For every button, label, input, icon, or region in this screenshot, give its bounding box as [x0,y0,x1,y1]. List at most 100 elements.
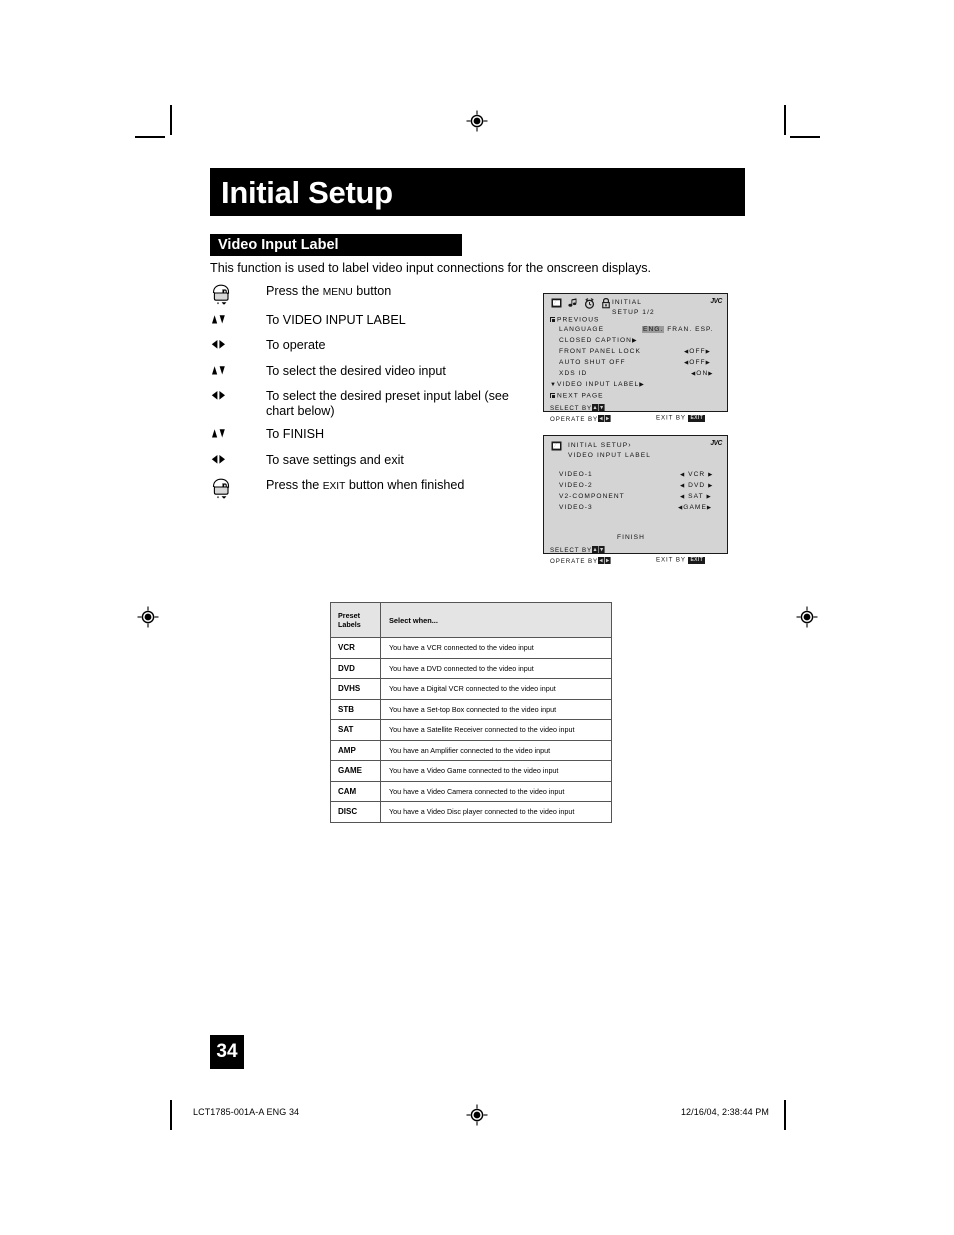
left-right-key-icon [598,415,611,422]
osd1-exit-by: EXIT BY EXIT [656,414,706,422]
up-down-arrows-icon [210,312,266,325]
osd2-select-by: SELECT BY [550,546,605,554]
osd1-row-front-panel-lock-label[interactable]: FRONT PANEL LOCK [559,348,641,356]
step-label: To FINISH [266,427,325,442]
page-title: Initial Setup [221,174,393,210]
table-row: VCR You have a VCR connected to the vide… [330,637,612,659]
left-right-key-icon [598,557,611,564]
step-row: To save settings and exit [210,452,530,471]
step-label: Press the Menu button [266,284,392,298]
osd2-finish-item[interactable]: FINISH [617,534,645,542]
osd-video-input-label-screen: INITIAL SETUP› VIDEO INPUT LABEL JVC VID… [543,435,728,565]
jvc-logo: JVC [710,439,722,448]
language-selected-value[interactable]: ENG. [642,326,665,333]
registration-mark-right [796,606,818,628]
table-row: DVD You have a DVD connected to the vide… [330,657,612,679]
crop-mark-bottom-left-vertical [170,1100,172,1130]
cell-description: You have a Video Game connected to the v… [380,760,612,782]
cell-preset-label: DVD [330,657,381,679]
osd2-input-row-value[interactable]: ◀GAME▶ [678,504,712,512]
step-label: Press the Exit button when finished [266,478,465,493]
picture-icon[interactable] [551,441,562,451]
osd1-next-page-item[interactable]: NEXT PAGE [550,393,604,400]
osd1-video-input-label-item[interactable]: ▼VIDEO INPUT LABEL▶ [550,381,645,389]
cell-preset-label: STB [330,698,381,720]
osd2-input-row-label[interactable]: VIDEO-1 [559,471,593,479]
osd2-input-row-label[interactable]: VIDEO-2 [559,482,593,490]
header-select-when: Select when... [380,602,612,638]
step-row: Press the Menu button [210,283,530,305]
osd1-row-auto-shut-off-label[interactable]: AUTO SHUT OFF [559,359,626,367]
step-label: To operate [266,338,326,352]
cell-preset-label: SAT [330,719,381,741]
step-row: To FINISH [210,426,530,445]
step-label: To select the desired preset input label… [266,389,509,419]
crop-mark-top-left-vertical [170,105,172,135]
left-right-arrows-icon [210,388,266,401]
page-title-banner: Initial Setup [210,168,745,216]
table-row: GAME You have a Video Game connected to … [330,760,612,782]
cell-description: You have a Satellite Receiver connected … [380,719,612,741]
cell-description: You have a Video Disc player connected t… [380,801,612,823]
jvc-logo: JVC [710,297,722,306]
osd2-operate-by: OPERATE BY [550,557,611,565]
osd1-row-closed-caption[interactable]: CLOSED CAPTION▶ [559,337,638,345]
table-row: DISC You have a Video Disc player connec… [330,801,612,823]
cell-preset-label: GAME [330,760,381,782]
crop-mark-top-right-horizontal [790,136,820,138]
down-cursor-icon: ▼ [550,382,557,388]
osd1-row-xds-id-label[interactable]: XDS ID [559,370,587,378]
osd1-row-language-value[interactable]: ENG. FRAN. ESP. [642,326,714,334]
timer-clock-icon[interactable] [584,298,595,309]
osd2-input-row-label[interactable]: V2-COMPONENT [559,493,625,501]
step-row: To VIDEO INPUT LABEL [210,312,530,331]
cell-preset-label: CAM [330,780,381,802]
osd1-operate-by: OPERATE BY [550,415,611,423]
exit-key-badge: EXIT [688,557,706,564]
registration-mark-bottom [466,1104,488,1126]
osd2-input-row-value[interactable]: ◀ SAT ▶ [680,493,712,501]
table-row: AMP You have an Amplifier connected to t… [330,739,612,761]
section-heading: Video Input Label [218,236,339,253]
table-row: DVHS You have a Digital VCR connected to… [330,678,612,700]
cell-preset-label: VCR [330,637,381,659]
language-other-values[interactable]: FRAN. ESP. [667,326,713,333]
osd2-input-row-label[interactable]: VIDEO-3 [559,504,593,512]
step-row: To select the desired video input [210,363,530,382]
left-right-arrows-icon [210,337,266,350]
osd2-input-row-value[interactable]: ◀ VCR ▶ [680,471,713,479]
cell-preset-label: AMP [330,739,381,761]
osd1-row-xds-id-value[interactable]: ◀ON▶ [691,370,714,378]
next-page-marker-icon [550,393,555,398]
table-row: SAT You have a Satellite Receiver connec… [330,719,612,741]
hand-press-icon [210,477,266,499]
osd2-category-icons [551,441,562,451]
osd1-select-by: SELECT BY [550,404,605,412]
cell-preset-label: DISC [330,801,381,823]
lock-setup-icon[interactable] [601,298,611,309]
audio-icon[interactable] [568,298,578,308]
osd2-exit-by: EXIT BY EXIT [656,556,706,564]
osd2-title: INITIAL SETUP› VIDEO INPUT LABEL [568,442,652,460]
step-label: To save settings and exit [266,452,404,467]
footer-document-id: LCT1785-001A-A ENG 34 [193,1107,300,1117]
cell-description: You have a Set-top Box connected to the … [380,698,612,720]
osd1-previous[interactable]: PREVIOUS [550,317,599,324]
exit-key-badge: EXIT [688,415,706,422]
step-row: To operate [210,337,530,356]
osd-initial-setup-page1: INITIAL SETUP 1/2 JVC PREVIOUS LANGUAGE … [543,293,728,423]
osd1-row-auto-shut-off-value[interactable]: ◀OFF▶ [684,359,711,367]
header-preset-labels: Preset Labels [330,602,381,638]
up-down-key-icon [592,546,605,553]
osd-category-icons [551,298,611,309]
picture-icon[interactable] [551,298,562,308]
osd2-input-row-value[interactable]: ◀ DVD ▶ [680,482,713,490]
osd1-row-language-label[interactable]: LANGUAGE [559,326,604,334]
crop-mark-top-left-horizontal [135,136,165,138]
cell-description: You have a VCR connected to the video in… [380,637,612,659]
osd1-row-front-panel-lock-value[interactable]: ◀OFF▶ [684,348,711,356]
crop-mark-top-right-vertical [784,105,786,135]
page-number-badge: 34 [210,1035,244,1069]
cell-preset-label: DVHS [330,678,381,700]
table-header-row: Preset Labels Select when... [330,602,612,638]
